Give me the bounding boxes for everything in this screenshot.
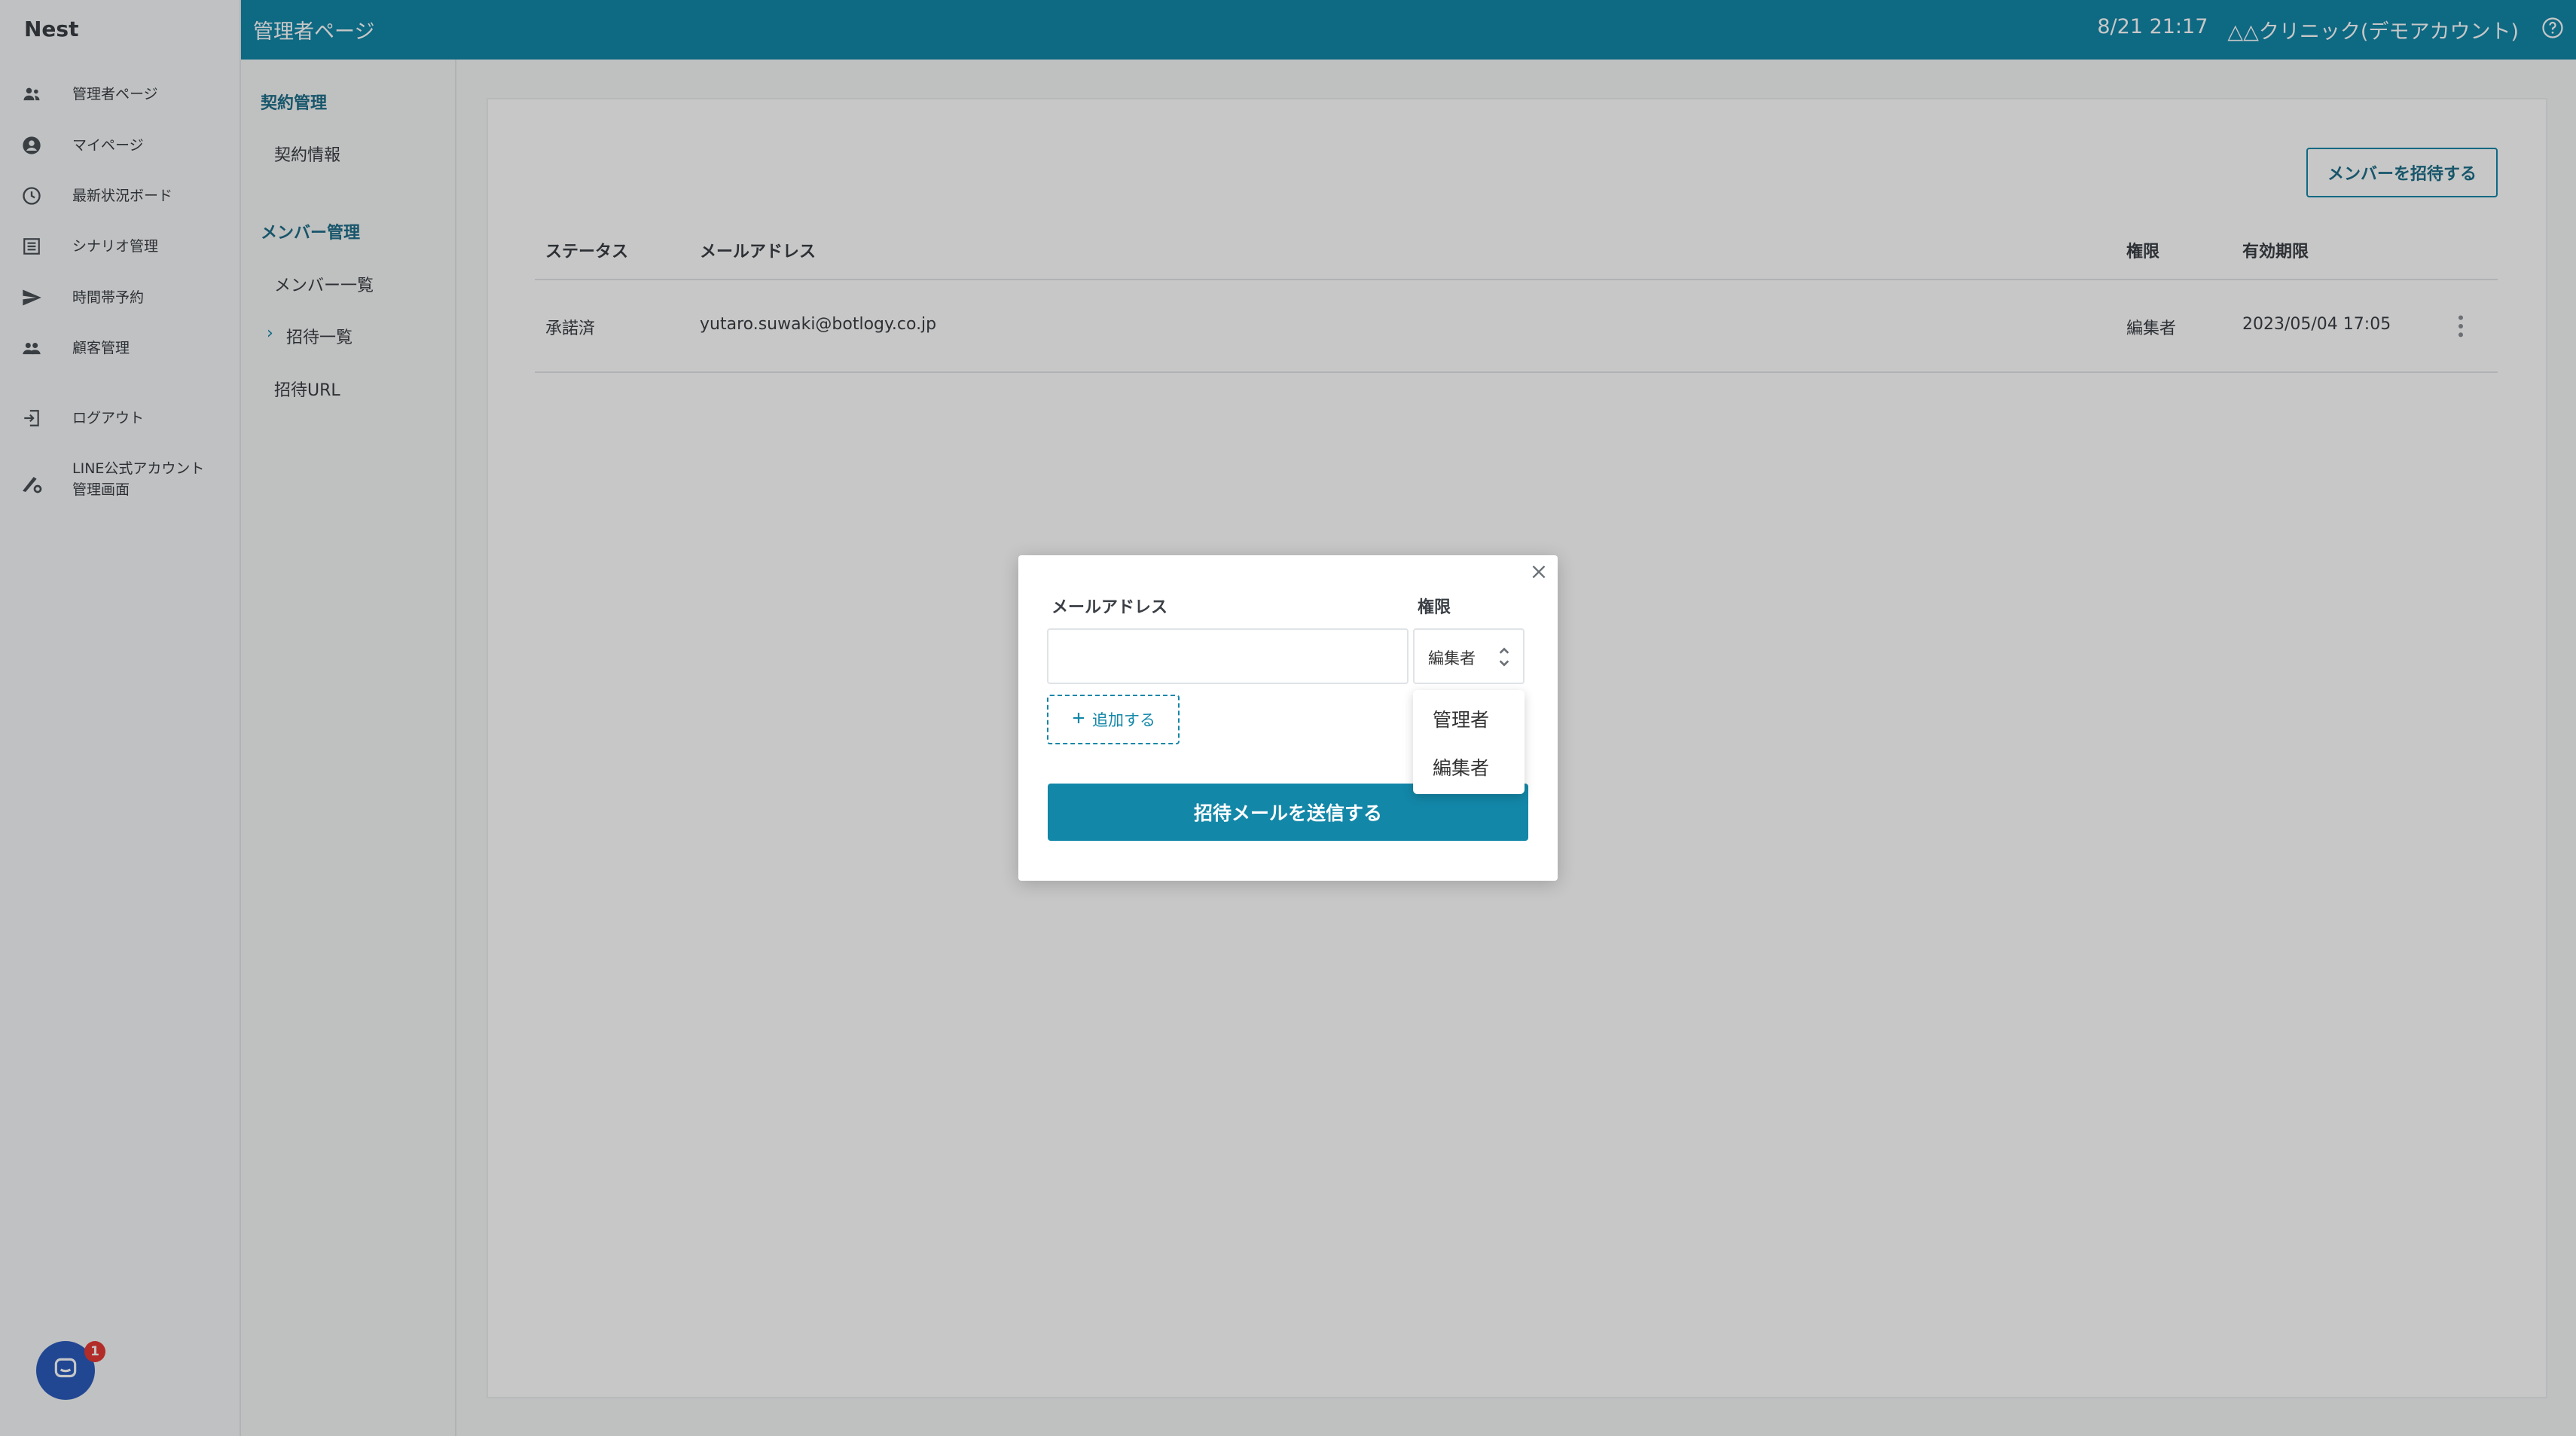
select-arrows-icon [1497, 645, 1511, 669]
role-select-value: 編集者 [1428, 649, 1476, 668]
role-label: 権限 [1418, 598, 1451, 617]
plus-icon [1071, 710, 1086, 729]
close-icon[interactable] [1529, 562, 1549, 585]
role-option-admin[interactable]: 管理者 [1433, 705, 1489, 732]
add-row-button[interactable]: 追加する [1047, 695, 1180, 744]
add-row-label: 追加する [1092, 711, 1155, 729]
email-input[interactable] [1047, 628, 1409, 684]
role-select[interactable]: 編集者 [1413, 628, 1525, 684]
role-dropdown-menu: 管理者 編集者 [1413, 690, 1525, 794]
role-option-editor[interactable]: 編集者 [1433, 753, 1489, 781]
email-label: メールアドレス [1051, 598, 1168, 617]
